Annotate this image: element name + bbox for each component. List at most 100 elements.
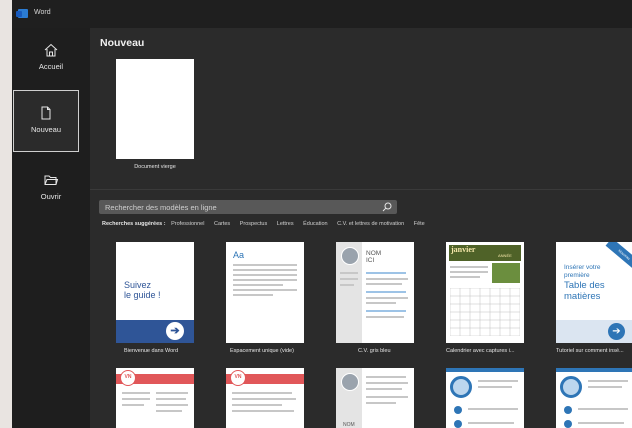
thumb-line [450, 266, 488, 268]
thumb-line [366, 302, 396, 304]
thumb-line [233, 264, 297, 266]
thumb-line [340, 272, 358, 274]
template-thumbnail-cv-grey-blue[interactable]: NOM ICI [336, 242, 414, 343]
blank-document-thumbnail[interactable] [116, 59, 194, 159]
thumb-line [233, 289, 297, 291]
thumb-line [468, 422, 514, 424]
template-label-welcome: Bienvenue dans Word [124, 348, 179, 354]
template-thumbnail-resume-red-2[interactable]: VN [226, 368, 304, 428]
template-thumbnail-single-spacing[interactable]: Aa [226, 242, 304, 343]
arrow-right-icon: ➔ [166, 322, 184, 340]
suggested-searches: Recherches suggérées : Professionnel Car… [102, 221, 433, 227]
search-icon[interactable] [381, 201, 393, 213]
calendar-photo [492, 263, 520, 283]
sidebar-item-accueil[interactable]: Accueil [12, 42, 90, 71]
blank-document-label: Document vierge [134, 164, 176, 170]
thumb-line [122, 398, 150, 400]
thumb-line [232, 410, 294, 412]
thumb-line [233, 284, 283, 286]
suggested-link-lettres[interactable]: Lettres [277, 221, 294, 227]
suggested-link-cv[interactable]: C.V. et lettres de motivation [337, 221, 404, 227]
bullet-circle-icon [454, 420, 462, 428]
top-accent [556, 368, 632, 372]
welcome-thumb-text-2: le guide ! [124, 290, 161, 300]
thumb-line [366, 388, 402, 390]
toc-thumb-text-2: première [564, 272, 590, 279]
home-icon [44, 43, 58, 57]
suggested-link-education[interactable]: Éducation [303, 221, 327, 227]
thumb-line [156, 398, 186, 400]
thumb-line [366, 278, 408, 280]
sidebar-item-label: Nouveau [30, 125, 62, 134]
page-title: Nouveau [100, 37, 145, 49]
new-document-icon [41, 106, 51, 120]
backstage-sidebar: Accueil Nouveau Ouvrir [12, 28, 90, 428]
template-search-input[interactable]: Rechercher des modèles en ligne [99, 200, 397, 214]
word-window: Word Accueil Nouveau Ouvrir Nouveau Docu… [12, 0, 632, 428]
toc-thumb-text-3: Table des [564, 280, 605, 291]
thumb-line [578, 422, 624, 424]
template-thumbnail-welcome[interactable]: Suivez le guide ! ➔ [116, 242, 194, 343]
template-label-calendar: Calendrier avec captures i... [446, 348, 515, 354]
thumb-line [156, 410, 182, 412]
thumb-line [232, 392, 292, 394]
thumb-line [233, 269, 297, 271]
suggested-link-cartes[interactable]: Cartes [214, 221, 230, 227]
sidebar-item-label: Ouvrir [40, 192, 62, 201]
suggested-link-fete[interactable]: Fête [414, 221, 425, 227]
thumb-line [156, 404, 188, 406]
template-thumbnail-cv-grey-2[interactable]: NOM [336, 368, 414, 428]
word-logo-icon [16, 9, 28, 18]
thumb-line [122, 392, 150, 394]
title-bar: Word [12, 0, 632, 28]
sidebar-item-ouvrir[interactable]: Ouvrir [12, 172, 90, 201]
thumb-line [340, 278, 358, 280]
template-label-single-spacing: Espacement unique (vide) [230, 348, 294, 354]
suggested-searches-label: Recherches suggérées : [102, 221, 166, 227]
initials-badge: VN [230, 370, 246, 386]
thumb-line [468, 408, 518, 410]
arrow-right-icon: ➔ [608, 323, 625, 340]
thumb-line [366, 396, 408, 398]
sidebar-item-nouveau[interactable]: Nouveau [13, 90, 79, 152]
thumb-line [478, 380, 518, 382]
thumb-line [156, 392, 188, 394]
new-badge-label: Nouveau [617, 248, 631, 261]
template-thumbnail-calendar[interactable]: janvier ANNÉE [446, 242, 524, 343]
new-badge: Nouveau [605, 242, 632, 272]
suggested-link-professionnel[interactable]: Professionnel [171, 221, 204, 227]
template-label-cv-grey-blue: C.V. gris bleu [358, 348, 391, 354]
toc-thumb-text-4: matières [564, 291, 601, 302]
thumb-line [122, 404, 144, 406]
initials-badge: VN [120, 370, 136, 386]
profile-photo-icon [560, 376, 582, 398]
thumb-line [366, 291, 406, 293]
thumb-line [578, 408, 628, 410]
profile-photo-icon [341, 373, 359, 391]
thumb-line [233, 294, 273, 296]
template-thumbnail-blue-circles-1[interactable] [446, 368, 524, 428]
thumb-line [588, 380, 628, 382]
thumb-line [232, 398, 296, 400]
sidebar-item-label: Accueil [38, 62, 64, 71]
section-divider [90, 189, 632, 190]
folder-icon [44, 175, 59, 185]
calendar-grid [450, 288, 520, 336]
new-document-pane: Nouveau Document vierge Rechercher des m… [90, 28, 632, 428]
template-thumbnail-resume-red-1[interactable]: VN [116, 368, 194, 428]
calendar-month-text: janvier [451, 245, 476, 254]
template-thumbnail-blue-circles-2[interactable] [556, 368, 632, 428]
bullet-circle-icon [454, 406, 462, 414]
toc-thumb-text-1: Insérer votre [564, 264, 601, 271]
thumb-line [588, 386, 622, 388]
thumb-line [478, 386, 512, 388]
window-title: Word [34, 9, 51, 16]
suggested-link-prospectus[interactable]: Prospectus [240, 221, 268, 227]
aa-thumb-text: Aa [233, 250, 245, 260]
top-accent [446, 368, 524, 372]
thumb-line [366, 316, 404, 318]
template-thumbnail-toc-tutorial[interactable]: Insérer votre première Table des matière… [556, 242, 632, 343]
thumb-line [450, 276, 480, 278]
thumb-line [366, 402, 396, 404]
template-label-toc-tutorial: Tutoriel sur comment insé... [556, 348, 624, 354]
